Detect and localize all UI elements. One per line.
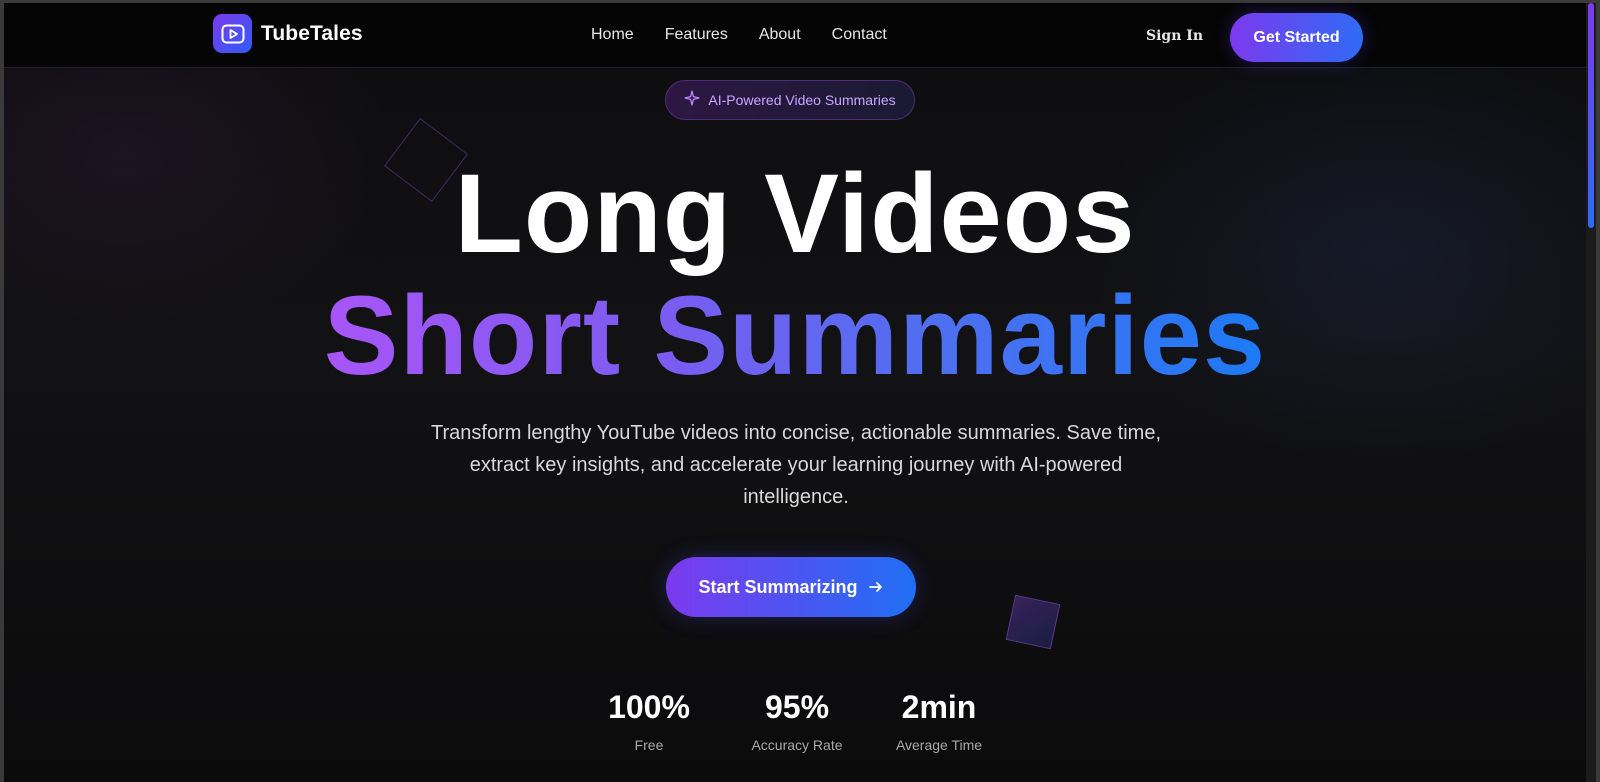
scrollbar-thumb[interactable] bbox=[1588, 3, 1594, 228]
page-viewport: TubeTales Home Features About Contact Si… bbox=[4, 3, 1586, 782]
page-scrollbar[interactable] bbox=[1586, 3, 1596, 782]
nav-link-features[interactable]: Features bbox=[665, 26, 728, 44]
sign-in-link[interactable]: Sign In bbox=[1146, 28, 1203, 44]
navbar: TubeTales Home Features About Contact Si… bbox=[4, 3, 1586, 68]
headline-line-1: Long Videos bbox=[454, 151, 1136, 276]
brand-name: TubeTales bbox=[261, 21, 363, 45]
get-started-button[interactable]: Get Started bbox=[1230, 13, 1363, 62]
stat-free: 100% Free bbox=[599, 687, 699, 753]
stat-label: Free bbox=[634, 737, 664, 753]
stat-accuracy: 95% Accuracy Rate bbox=[737, 687, 857, 753]
hero-subtitle: Transform lengthy YouTube videos into co… bbox=[431, 422, 1161, 508]
stat-value: 95% bbox=[764, 689, 830, 725]
start-summarizing-button[interactable]: Start Summarizing bbox=[666, 557, 916, 617]
sparkle-icon bbox=[684, 89, 701, 111]
gradient-headline-text: Short Summaries bbox=[323, 273, 1267, 398]
cta-label: Start Summarizing bbox=[698, 576, 858, 597]
stat-value: 100% bbox=[608, 689, 690, 725]
nav-link-contact[interactable]: Contact bbox=[832, 26, 887, 44]
arrow-right-icon bbox=[868, 579, 884, 595]
play-icon bbox=[213, 14, 252, 53]
hero-badge: AI-Powered Video Summaries bbox=[665, 80, 915, 120]
badge-text: AI-Powered Video Summaries bbox=[708, 92, 896, 108]
nav-link-about[interactable]: About bbox=[759, 26, 801, 44]
decorative-square-filled bbox=[1005, 594, 1061, 650]
nav-link-home[interactable]: Home bbox=[591, 26, 634, 44]
stat-average-time: 2min Average Time bbox=[879, 687, 999, 753]
nav-links: Home Features About Contact bbox=[591, 26, 918, 44]
stat-label: Average Time bbox=[895, 737, 983, 753]
brand-link[interactable]: TubeTales bbox=[213, 14, 363, 53]
stat-label: Accuracy Rate bbox=[751, 737, 843, 753]
headline-line-2: Short Summaries bbox=[4, 271, 1586, 401]
stat-value: 2min bbox=[901, 689, 977, 725]
